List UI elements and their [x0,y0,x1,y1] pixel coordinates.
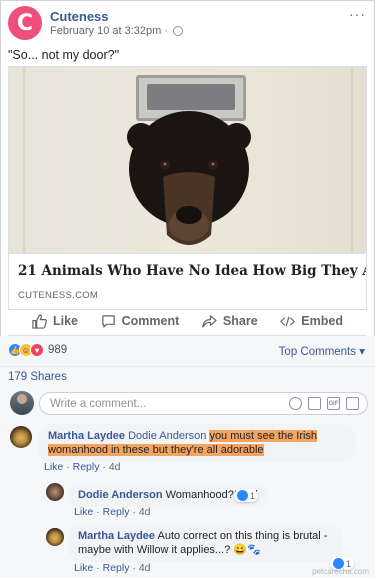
like-label: Like [53,314,79,328]
comment-emoji: 😄🐾 [233,544,261,556]
comment-text: Auto correct on this thing is brutal - [157,530,328,542]
chevron-down-icon: ▾ [359,346,365,358]
link-title[interactable]: 21 Animals Who Have No Idea How Big They… [18,263,366,279]
sticker-icon[interactable] [346,397,359,410]
post-timestamp[interactable]: February 10 at 3:32pm [50,25,161,37]
more-options-icon[interactable]: ··· [349,6,366,22]
bear-head-image [127,111,251,245]
comment-reply-link[interactable]: Reply [73,461,100,473]
top-comments-dropdown[interactable]: Top Comments ▾ [279,344,365,358]
camera-icon[interactable] [308,397,321,410]
comment-text-continued: womanhood in these but they're all adora… [48,444,264,456]
like-count: 1 [250,490,256,501]
link-domain: CUTENESS.COM [18,290,99,301]
gif-icon[interactable]: GIF [327,397,340,410]
composer-icons: GIF [289,397,359,410]
comment-text-continued: maybe with Willow it applies...? [78,544,231,556]
separator-dot: · [66,461,70,473]
comment-actions: Like · Reply · 4d [74,562,151,574]
comment-actions: Like · Reply · 4d [44,461,121,473]
comment-mention[interactable]: Dodie Anderson [128,430,206,442]
like-button[interactable]: Like [32,310,78,332]
comment-input[interactable]: Write a comment... GIF [39,392,368,415]
post-caption: "So... not my door?" [8,48,120,62]
page-name-link[interactable]: Cuteness [50,9,109,24]
page-avatar-letter: C [16,10,34,36]
embed-code-icon [280,316,296,326]
separator-dot: · [132,562,136,574]
reactions-bar: 👍 ☺ ♥ 989 Top Comments ▾ [0,336,375,366]
comment-author[interactable]: Martha Laydee [78,530,155,542]
action-bar: Like Comment Share Embed [8,310,367,332]
comment-icon [101,314,115,328]
embed-button[interactable]: Embed [280,310,343,332]
reaction-icons[interactable]: 👍 ☺ ♥ [8,343,44,357]
meta-dot: · [164,25,168,37]
embed-label: Embed [301,314,343,328]
comment-author[interactable]: Dodie Anderson [78,489,163,501]
commenter-avatar[interactable] [46,483,64,501]
comment-button[interactable]: Comment [101,310,180,332]
top-comments-label: Top Comments [278,346,357,358]
comment-bubble: Martha Laydee Dodie Anderson you must se… [38,424,356,462]
comment-text: you must see the Irish [209,430,318,442]
comment-time[interactable]: 4d [139,562,151,574]
like-reaction-icon [237,490,248,501]
separator-dot: · [132,506,136,518]
comment-author[interactable]: Martha Laydee [48,430,125,442]
comment-like-count[interactable]: 1 [234,489,259,502]
comment-like-link[interactable]: Like [74,562,93,574]
separator-dot: · [96,506,100,518]
share-button[interactable]: Share [202,310,258,332]
avatar [10,391,34,415]
comment-actions: Like · Reply · 4d [74,506,151,518]
comment-label: Comment [121,314,180,328]
commenter-avatar[interactable] [10,426,32,448]
link-image[interactable] [9,67,366,253]
emoji-icon[interactable] [289,397,302,410]
comment-time[interactable]: 4d [139,506,151,518]
comment-reply-link[interactable]: Reply [103,562,130,574]
post-meta: February 10 at 3:32pm · [50,25,183,37]
comment-composer: Write a comment... GIF [8,391,368,417]
comment-like-link[interactable]: Like [44,461,63,473]
separator-dot: · [96,562,100,574]
comment-bubble: Martha Laydee Auto correct on this thing… [68,524,343,562]
reaction-count[interactable]: 989 [48,344,67,356]
watermark: petcarecha.com [312,567,369,576]
comment-input-placeholder: Write a comment... [50,398,147,410]
separator-dot: · [102,461,106,473]
shares-count-link[interactable]: 179 Shares [8,371,67,383]
post-header: C Cuteness February 10 at 3:32pm · ··· [8,6,368,42]
comment-time[interactable]: 4d [109,461,121,473]
thumbs-up-icon [32,313,47,329]
link-card[interactable]: 21 Animals Who Have No Idea How Big They… [8,66,367,310]
share-label: Share [222,314,258,328]
globe-icon [172,26,183,36]
shares-row: 179 Shares [0,366,375,386]
comment-item: Martha Laydee Dodie Anderson you must se… [8,424,368,474]
comment-like-link[interactable]: Like [74,506,93,518]
page-avatar[interactable]: C [8,6,42,40]
link-preview[interactable]: 21 Animals Who Have No Idea How Big They… [9,253,366,309]
reply-item: Dodie Anderson Womanhood?!! Lol 1 Like ·… [44,481,364,521]
love-reaction-icon: ♥ [30,343,44,357]
commenter-avatar[interactable] [46,528,64,546]
share-icon [202,314,217,328]
comment-reply-link[interactable]: Reply [103,506,130,518]
